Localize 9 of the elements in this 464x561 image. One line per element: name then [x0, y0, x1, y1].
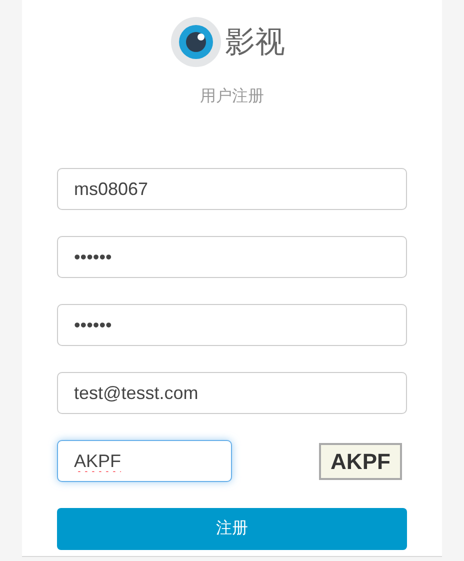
- page-title: 用户注册: [200, 86, 264, 107]
- input-field[interactable]: ••••••: [57, 236, 407, 278]
- captcha-image: AKPF: [319, 442, 402, 480]
- logo-text: 影视: [225, 24, 285, 60]
- input-field[interactable]: test@tesst.com: [57, 372, 407, 414]
- input-field[interactable]: AKPF: [57, 440, 232, 482]
- eye-logo-icon: [171, 17, 221, 67]
- input-field[interactable]: ms08067: [57, 168, 407, 210]
- input-field[interactable]: ••••••: [57, 304, 407, 346]
